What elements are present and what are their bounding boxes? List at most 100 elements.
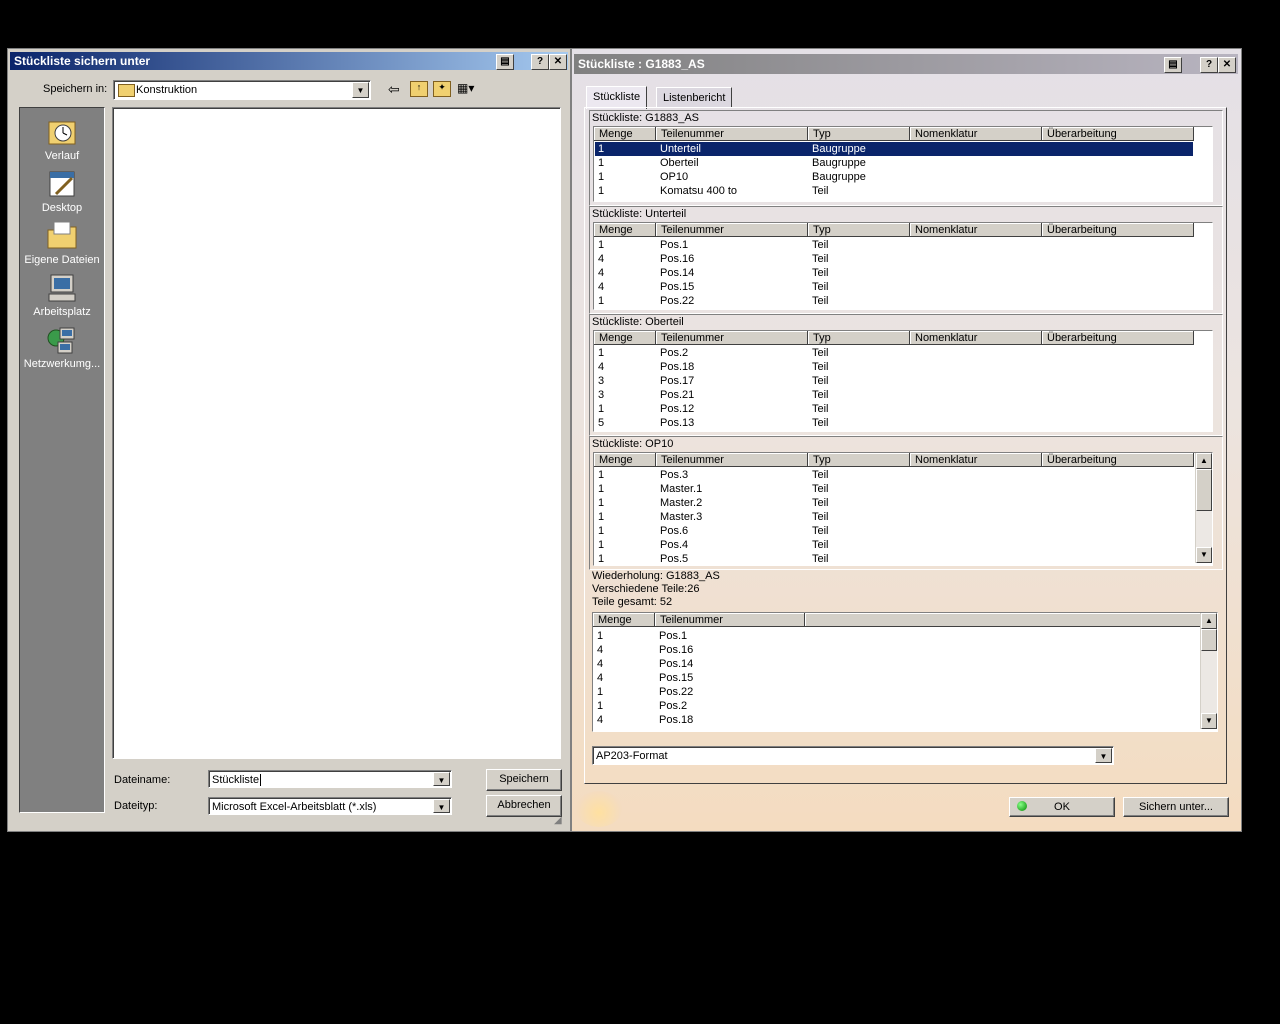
cell-type[interactable]: Teil <box>812 402 829 416</box>
column-header[interactable]: Nomenklatur <box>910 127 1042 141</box>
cell-part-number[interactable]: Pos.13 <box>660 416 694 430</box>
scroll-down-icon[interactable]: ▼ <box>1196 547 1212 563</box>
save-in-combo[interactable]: Konstruktion ▼ <box>113 80 371 100</box>
cell-quantity[interactable]: 1 <box>598 552 604 565</box>
column-header[interactable]: Typ <box>808 453 910 467</box>
cell-quantity[interactable]: 1 <box>598 510 604 524</box>
cell-type[interactable]: Teil <box>812 552 829 565</box>
tab-stueckliste[interactable]: Stückliste <box>586 86 648 109</box>
cell-type[interactable]: Teil <box>812 510 829 524</box>
scroll-up-icon[interactable]: ▲ <box>1196 453 1212 469</box>
bom-scrollbar[interactable]: ▲ ▼ <box>1195 453 1212 563</box>
format-select[interactable]: AP203-Format ▼ <box>592 746 1114 765</box>
resize-grip-icon[interactable]: ◢ <box>554 815 566 827</box>
cell-part-number[interactable]: Pos.1 <box>660 238 688 252</box>
cell-part-number[interactable]: Pos.12 <box>660 402 694 416</box>
column-header[interactable]: Menge <box>594 331 656 345</box>
help-button[interactable]: ? <box>531 54 549 70</box>
column-header[interactable]: Typ <box>808 223 910 237</box>
cell-quantity[interactable]: 1 <box>598 482 604 496</box>
column-header[interactable]: Nomenklatur <box>910 331 1042 345</box>
view-menu-icon[interactable]: ▦▾ <box>457 81 481 95</box>
cell-part-number[interactable]: Pos.15 <box>659 671 693 685</box>
cell-part-number[interactable]: Pos.3 <box>660 468 688 482</box>
cell-part-number[interactable]: Pos.22 <box>660 294 694 308</box>
cell-quantity[interactable]: 1 <box>597 629 603 643</box>
cell-type[interactable]: Teil <box>812 184 829 198</box>
place-history[interactable]: Verlauf <box>20 116 104 162</box>
place-my-computer[interactable]: Arbeitsplatz <box>20 272 104 318</box>
cell-quantity[interactable]: 4 <box>597 671 603 685</box>
cell-quantity[interactable]: 4 <box>597 657 603 671</box>
cell-part-number[interactable]: Pos.2 <box>659 699 687 713</box>
sysmenu-icon[interactable]: ▤ <box>1164 57 1182 73</box>
cell-part-number[interactable]: Oberteil <box>660 156 699 170</box>
file-list[interactable] <box>112 107 561 759</box>
summary-scrollbar[interactable]: ▲ ▼ <box>1200 613 1217 729</box>
save-as-button[interactable]: Sichern unter... <box>1123 797 1229 817</box>
cell-quantity[interactable]: 1 <box>598 238 604 252</box>
column-header[interactable]: Teilenummer <box>656 127 808 141</box>
cell-type[interactable]: Baugruppe <box>812 142 866 156</box>
cell-quantity[interactable]: 1 <box>598 156 604 170</box>
cell-quantity[interactable]: 4 <box>598 252 604 266</box>
cell-type[interactable]: Teil <box>812 468 829 482</box>
scroll-up-icon[interactable]: ▲ <box>1201 613 1217 629</box>
tab-listenbericht[interactable]: Listenbericht <box>656 87 733 108</box>
chevron-down-icon[interactable]: ▼ <box>1095 748 1112 763</box>
cell-type[interactable]: Teil <box>812 360 829 374</box>
cell-part-number[interactable]: Pos.18 <box>660 360 694 374</box>
bom-table[interactable]: Menge Teilenummer Typ Nomenklatur Überarbeit… <box>593 126 1213 202</box>
cell-type[interactable]: Teil <box>812 524 829 538</box>
cell-part-number[interactable]: Pos.22 <box>659 685 693 699</box>
cell-quantity[interactable]: 3 <box>598 374 604 388</box>
cell-quantity[interactable]: 4 <box>598 360 604 374</box>
sysmenu-icon[interactable]: ▤ <box>496 54 514 70</box>
cell-part-number[interactable]: Pos.6 <box>660 524 688 538</box>
cell-quantity[interactable]: 1 <box>597 685 603 699</box>
cell-quantity[interactable]: 4 <box>598 266 604 280</box>
chevron-down-icon[interactable]: ▼ <box>433 772 450 786</box>
new-folder-icon[interactable]: ✦ <box>433 81 451 97</box>
cell-part-number[interactable]: Pos.21 <box>660 388 694 402</box>
cell-part-number[interactable]: Master.3 <box>660 510 702 524</box>
column-header[interactable]: Überarbeitung <box>1042 453 1194 467</box>
cell-type[interactable]: Teil <box>812 280 829 294</box>
cell-quantity[interactable]: 1 <box>598 294 604 308</box>
place-network[interactable]: Netzwerkumg... <box>20 324 104 370</box>
cell-part-number[interactable]: Pos.16 <box>659 643 693 657</box>
scroll-thumb[interactable] <box>1196 469 1212 511</box>
cell-part-number[interactable]: Pos.5 <box>660 552 688 565</box>
cell-part-number[interactable]: Master.2 <box>660 496 702 510</box>
close-button[interactable]: ✕ <box>1218 57 1236 73</box>
cell-quantity[interactable]: 1 <box>598 402 604 416</box>
column-header[interactable]: Menge <box>594 223 656 237</box>
filetype-select[interactable]: Microsoft Excel-Arbeitsblatt (*.xls) ▼ <box>208 797 452 815</box>
summary-table[interactable]: Menge Teilenummer 1 Pos.1 4 Pos.16 4 Pos.14 4 P… <box>592 612 1218 732</box>
cell-part-number[interactable]: Pos.17 <box>660 374 694 388</box>
cell-part-number[interactable]: Pos.2 <box>660 346 688 360</box>
cell-quantity[interactable]: 1 <box>598 346 604 360</box>
cell-part-number[interactable]: OP10 <box>660 170 688 184</box>
back-icon[interactable]: ⇦ <box>388 81 400 98</box>
cell-type[interactable]: Teil <box>812 252 829 266</box>
ok-button[interactable]: OK <box>1009 797 1115 817</box>
cell-type[interactable]: Teil <box>812 238 829 252</box>
column-header[interactable]: Menge <box>594 127 656 141</box>
cell-part-number[interactable]: Pos.1 <box>659 629 687 643</box>
column-header[interactable]: Nomenklatur <box>910 453 1042 467</box>
cell-type[interactable]: Teil <box>812 294 829 308</box>
bom-table[interactable]: Menge Teilenummer Typ Nomenklatur Überarbeit… <box>593 452 1213 566</box>
cell-type[interactable]: Teil <box>812 416 829 430</box>
column-header[interactable]: Teilenummer <box>655 613 805 627</box>
save-button[interactable]: Speichern <box>486 769 562 791</box>
scroll-down-icon[interactable]: ▼ <box>1201 713 1217 729</box>
cell-type[interactable]: Teil <box>812 482 829 496</box>
cell-quantity[interactable]: 1 <box>598 468 604 482</box>
cell-type[interactable]: Teil <box>812 346 829 360</box>
cell-type[interactable]: Teil <box>812 538 829 552</box>
cell-type[interactable]: Teil <box>812 496 829 510</box>
column-header[interactable]: Teilenummer <box>656 331 808 345</box>
cell-type[interactable]: Teil <box>812 388 829 402</box>
column-header[interactable]: Nomenklatur <box>910 223 1042 237</box>
